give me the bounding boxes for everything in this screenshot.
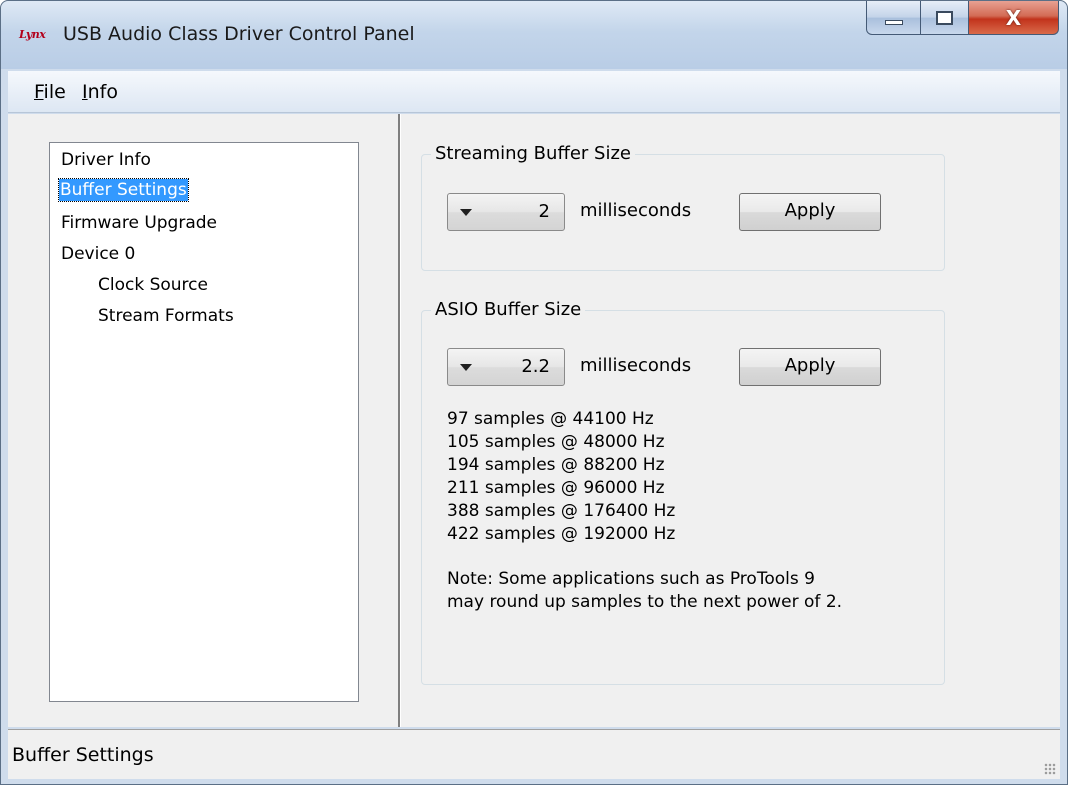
close-icon: X [1005,5,1022,30]
tree-item-clock-source[interactable]: Clock Source [97,274,209,296]
lynx-logo: Lynx [19,28,46,41]
panel-splitter[interactable] [373,114,399,727]
sample-info-176400: 388 samples @ 176400 Hz [447,501,676,521]
asio-note-line-1: Note: Some applications such as ProTools… [447,569,815,589]
menu-file-accelerator: F [34,81,44,103]
close-button[interactable]: X [969,1,1059,35]
asio-note-line-2: may round up samples to the next power o… [447,592,843,612]
asio-buffer-value: 2.2 [521,356,550,377]
asio-buffer-dropdown[interactable]: 2.2 [447,348,565,386]
sample-info-48000: 105 samples @ 48000 Hz [447,432,665,452]
minimize-icon [884,20,903,25]
minimize-button[interactable] [866,1,921,35]
caption-buttons: X [866,1,1059,37]
streaming-buffer-unit: milliseconds [580,200,692,221]
tree-item-stream-formats[interactable]: Stream Formats [97,305,235,327]
tree-item-buffer-settings[interactable]: Buffer Settings [58,178,189,202]
resize-grip-icon[interactable] [1044,763,1056,775]
streaming-apply-button[interactable]: Apply [739,193,881,231]
asio-buffer-unit: milliseconds [580,355,692,376]
streaming-buffer-dropdown[interactable]: 2 [447,193,565,231]
menu-file[interactable]: File [34,81,66,103]
splitter-line [398,114,401,727]
menu-info[interactable]: Info [82,81,118,103]
client-area: Driver Info Buffer Settings Firmware Upg… [8,114,1060,727]
asio-buffer-title: ASIO Buffer Size [431,299,586,320]
sample-info-88200: 194 samples @ 88200 Hz [447,455,665,475]
chevron-down-icon [460,209,472,216]
streaming-buffer-value: 2 [538,201,550,222]
tree-item-driver-info[interactable]: Driver Info [60,149,152,171]
app-window: Lynx USB Audio Class Driver Control Pane… [0,0,1068,785]
maximize-icon [936,10,953,25]
maximize-button[interactable] [921,1,969,35]
streaming-buffer-title: Streaming Buffer Size [431,143,635,164]
sample-info-44100: 97 samples @ 44100 Hz [447,409,654,429]
sample-info-192000: 422 samples @ 192000 Hz [447,524,676,544]
menu-bar: File Info [8,71,1060,113]
settings-tree[interactable]: Driver Info Buffer Settings Firmware Upg… [49,142,359,702]
sample-info-96000: 211 samples @ 96000 Hz [447,478,665,498]
tree-item-firmware-upgrade[interactable]: Firmware Upgrade [60,212,218,234]
menu-file-label: ile [43,81,66,103]
menu-info-label: nfo [87,81,118,103]
window-title: USB Audio Class Driver Control Panel [63,23,415,45]
status-text: Buffer Settings [12,744,154,766]
asio-apply-button[interactable]: Apply [739,348,881,386]
status-bar: Buffer Settings [8,729,1060,779]
tree-item-device-0[interactable]: Device 0 [60,243,136,265]
chevron-down-icon [460,364,472,371]
title-bar[interactable]: Lynx USB Audio Class Driver Control Pane… [1,1,1067,69]
